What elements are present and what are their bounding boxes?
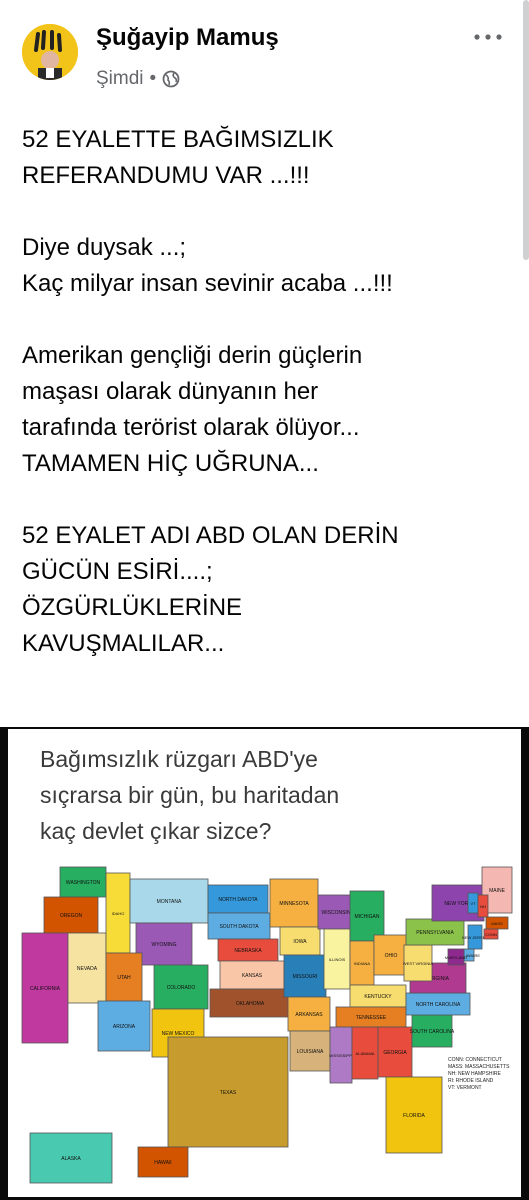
post-body: 52 EYALETTE BAĞIMSIZLIK REFERANDUMU VAR … bbox=[22, 122, 512, 662]
state-label-kentucky: KENTUCKY bbox=[364, 994, 392, 1000]
text-line: 52 EYALET ADI ABD OLAN DERİN bbox=[22, 522, 399, 549]
state-label-conn: CONN bbox=[485, 932, 497, 937]
caption-line: Bağımsızlık rüzgarı ABD'ye bbox=[40, 746, 318, 772]
state-label-wyoming: WYOMING bbox=[152, 942, 177, 948]
text-line: Diye duysak ...; bbox=[22, 234, 187, 261]
state-label-montana: MONTANA bbox=[157, 899, 182, 905]
text-line: ÖZGÜRLÜKLERİNE bbox=[22, 594, 243, 621]
state-label-kansas: KANSAS bbox=[242, 973, 263, 979]
map-legend-line: MASS: MASSACHUSETTS bbox=[448, 1064, 510, 1070]
state-label-south-carolina: SOUTH CAROLINA bbox=[410, 1029, 455, 1035]
post-timestamp[interactable]: Şimdi bbox=[96, 68, 144, 90]
map-legend-line: RI: RHODE ISLAND bbox=[448, 1078, 494, 1084]
text-line: GÜCÜN ESİRİ....; bbox=[22, 558, 213, 585]
state-label-alaska: ALASKA bbox=[61, 1156, 81, 1162]
text-line: Kaç milyar insan sevinir acaba ...!!! bbox=[22, 270, 393, 297]
state-label-maryland: MARYLAND bbox=[445, 955, 467, 960]
state-label-washington: WASHINGTON bbox=[66, 880, 101, 886]
state-label-vt: VT bbox=[470, 901, 476, 906]
state-label-minnesota: MINNESOTA bbox=[279, 901, 309, 907]
image-caption: Bağımsızlık rüzgarı ABD'ye sıçrarsa bir … bbox=[40, 741, 420, 849]
state-label-hawaii: HAWAII bbox=[154, 1160, 171, 1166]
state-label-utah: UTAH bbox=[117, 975, 131, 981]
state-label-ohio: OHIO bbox=[385, 953, 398, 959]
state-label-alabama: ALABAMA bbox=[356, 1051, 375, 1056]
text-line: 52 EYALETTE BAĞIMSIZLIK bbox=[22, 126, 334, 153]
state-label-michigan: MICHIGAN bbox=[355, 914, 380, 920]
more-options-icon[interactable] bbox=[473, 22, 503, 52]
state-label-nevada: NEVADA bbox=[77, 966, 98, 972]
text-line: TAMAMEN HİÇ UĞRUNA... bbox=[22, 450, 319, 477]
map-legend-line: VT: VERMONT bbox=[448, 1085, 482, 1091]
state-label-wisconsin: WISCONSIN bbox=[322, 910, 351, 916]
state-label-indiana: INDIANA bbox=[354, 961, 371, 966]
post-header: Şuğayip Mamuş Şimdi • bbox=[0, 0, 529, 110]
post-meta: Şimdi • bbox=[96, 68, 180, 90]
caption-line: sıçrarsa bir gün, bu haritadan bbox=[40, 782, 340, 808]
state-label-west-virginia: WEST VIRGINIA bbox=[403, 961, 433, 966]
state-label-california: CALIFORNIA bbox=[30, 986, 61, 992]
caption-line: kaç devlet çıkar sizce? bbox=[40, 818, 272, 844]
state-label-arizona: ARIZONA bbox=[113, 1024, 136, 1030]
state-label-nh: NH bbox=[480, 904, 486, 909]
text-line: REFERANDUMU VAR ...!!! bbox=[22, 162, 310, 189]
avatar[interactable] bbox=[22, 24, 78, 80]
state-label-arkansas: ARKANSAS bbox=[295, 1012, 323, 1018]
state-label-north-carolina: NORTH CAROLINA bbox=[416, 1002, 461, 1008]
state-label-missouri: MISSOURI bbox=[293, 974, 318, 980]
state-label-mass: MASS bbox=[491, 921, 503, 926]
text-line: KAVUŞMALILAR... bbox=[22, 630, 225, 657]
state-label-oregon: OREGON bbox=[60, 913, 83, 919]
state-label-oklahoma: OKLAHOMA bbox=[236, 1001, 265, 1007]
state-label-maine: MAINE bbox=[489, 888, 506, 894]
state-label-illinois: ILLINOIS bbox=[329, 957, 346, 962]
state-label-new-mexico: NEW MEXICO bbox=[162, 1031, 195, 1037]
state-label-nebraska: NEBRASKA bbox=[234, 948, 262, 954]
text-line: Amerikan gençliği derin güçlerin bbox=[22, 342, 363, 369]
state-label-louisiana: LOUISIANA bbox=[297, 1049, 324, 1055]
state-label-north-dakota: NORTH DAKOTA bbox=[218, 897, 258, 903]
avatar-image bbox=[22, 24, 78, 80]
state-label-idaho: IDAHO bbox=[112, 911, 125, 916]
state-label-georgia: GEORGIA bbox=[383, 1050, 407, 1056]
us-states-map: WASHINGTON OREGON CALIFORNIA NEVADA IDAHO MON… bbox=[21, 866, 513, 1184]
meta-separator: • bbox=[149, 68, 157, 89]
paragraph-3: Amerikan gençliği derin güçlerin maşası … bbox=[22, 338, 512, 482]
text-line: tarafında terörist olarak ölüyor... bbox=[22, 414, 360, 441]
text-line: maşası olarak dünyanın her bbox=[22, 378, 319, 405]
paragraph-4: 52 EYALET ADI ABD OLAN DERİN GÜCÜN ESİRİ… bbox=[22, 518, 512, 662]
paragraph-1: 52 EYALETTE BAĞIMSIZLIK REFERANDUMU VAR … bbox=[22, 122, 512, 194]
state-label-south-dakota: SOUTH DAKOTA bbox=[219, 924, 259, 930]
state-label-mississippi: MISSISSIPPI bbox=[329, 1053, 353, 1058]
image-content: Bağımsızlık rüzgarı ABD'ye sıçrarsa bir … bbox=[8, 729, 521, 1197]
state-label-tennessee: TENNESSEE bbox=[356, 1015, 387, 1021]
author-name[interactable]: Şuğayip Mamuş bbox=[96, 24, 279, 52]
paragraph-2: Diye duysak ...; Kaç milyar insan sevini… bbox=[22, 230, 512, 302]
scrollbar[interactable] bbox=[523, 0, 529, 260]
state-label-texas: TEXAS bbox=[220, 1090, 237, 1096]
state-label-pennsylvania: PENNSYLVANIA bbox=[416, 930, 454, 936]
state-label-florida: FLORIDA bbox=[403, 1113, 425, 1119]
map-legend-line: NH: NEW HAMPSHIRE bbox=[448, 1071, 501, 1077]
state-label-iowa: IOWA bbox=[293, 939, 307, 945]
shared-image[interactable]: Bağımsızlık rüzgarı ABD'ye sıçrarsa bir … bbox=[0, 727, 529, 1200]
globe-icon bbox=[162, 70, 180, 88]
state-label-colorado: COLORADO bbox=[167, 985, 196, 991]
map-legend-line: CONN: CONNECTICUT bbox=[448, 1057, 502, 1063]
